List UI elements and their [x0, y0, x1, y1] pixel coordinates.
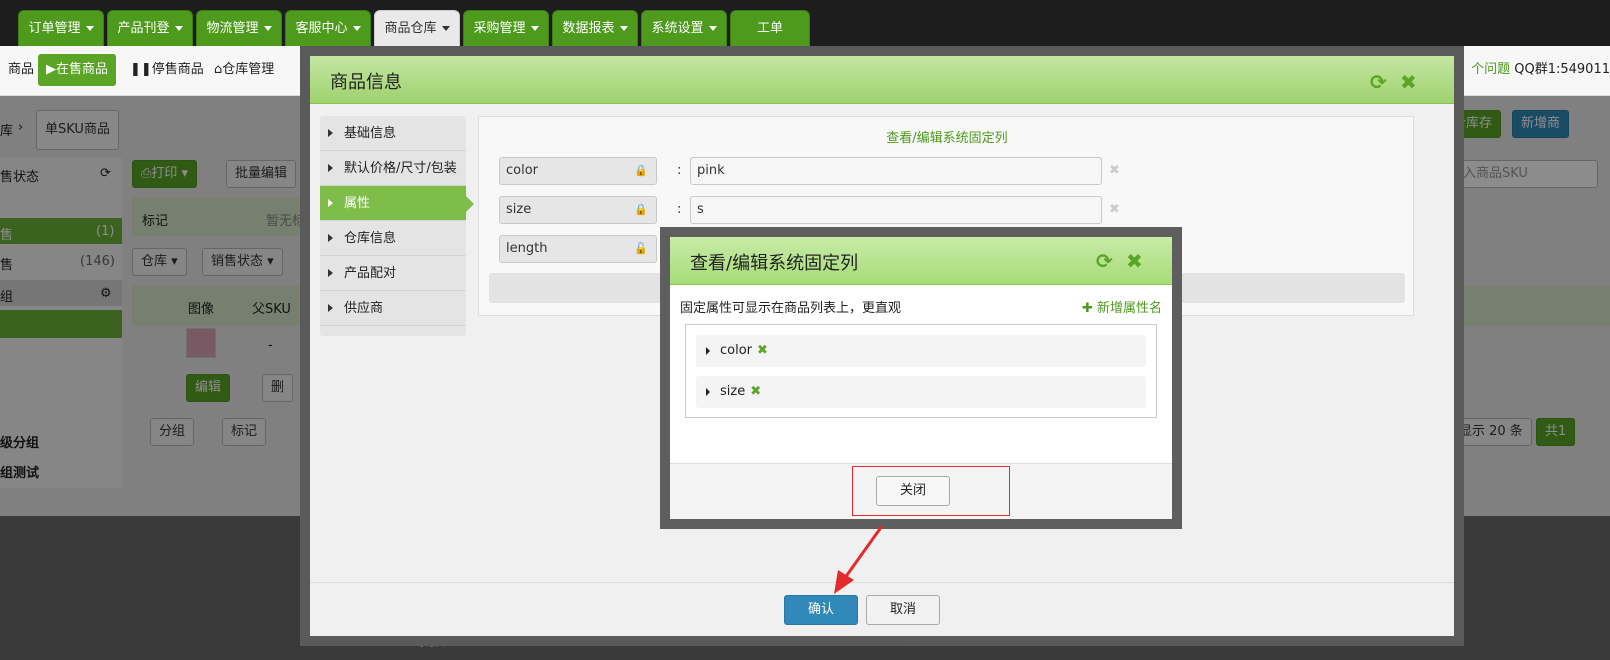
subnav-products[interactable]: 商品	[0, 54, 42, 86]
dialog-header: 查看/编辑系统固定列 ⟳ ✖	[670, 237, 1172, 285]
attr-value-size[interactable]: s	[690, 196, 1102, 224]
attr-name-size: size 🔒	[499, 196, 657, 224]
unlock-icon[interactable]: 🔓	[634, 236, 648, 262]
highlight-box	[852, 466, 1010, 516]
remove-icon[interactable]: ✖	[757, 343, 768, 358]
menu-item-product-pairing[interactable]: 产品配对	[320, 256, 466, 291]
play-icon: ▶	[46, 62, 56, 77]
issues-link[interactable]: 个问题	[1471, 62, 1510, 77]
tab-reports[interactable]: 数据报表	[552, 10, 638, 46]
tab-work-order[interactable]: 工单	[730, 10, 810, 46]
remove-icon[interactable]: ✖	[1109, 202, 1120, 217]
chevron-down-icon	[530, 26, 539, 31]
chevron-down-icon	[85, 26, 94, 31]
tab-order-management[interactable]: 订单管理	[18, 10, 104, 46]
caret-right-icon	[706, 388, 710, 396]
chevron-down-icon	[619, 26, 628, 31]
lock-icon: 🔒	[634, 203, 648, 216]
modal-title: 商品信息	[330, 72, 402, 93]
caret-right-icon	[328, 199, 333, 207]
close-icon[interactable]: ✖	[1400, 70, 1417, 94]
remove-icon[interactable]: ✖	[750, 384, 761, 399]
help-info: 个问题 QQ群1:549011	[1471, 54, 1610, 86]
annotation-arrow	[834, 525, 884, 594]
chevron-down-icon	[174, 26, 183, 31]
panel-title-link[interactable]: 查看/编辑系统固定列	[479, 127, 1415, 146]
menu-item-basic-info[interactable]: 基础信息	[320, 116, 466, 151]
caret-right-icon	[328, 269, 333, 277]
modal-header: 商品信息 ⟳ ✖	[310, 56, 1454, 104]
subnav-off-sale[interactable]: ❚❚停售商品	[122, 54, 212, 86]
subnav-warehouse[interactable]: ⌂仓库管理	[206, 54, 282, 86]
attr-name-length: length 🔓	[499, 235, 657, 263]
tab-system-settings[interactable]: 系统设置	[641, 10, 727, 46]
tab-product-listing[interactable]: 产品刊登	[107, 10, 193, 46]
dialog-note: 固定属性可显示在商品列表上，更直观	[680, 301, 902, 316]
attr-value-color[interactable]: pink	[690, 157, 1102, 185]
caret-right-icon	[328, 129, 333, 137]
menu-item-supplier[interactable]: 供应商	[320, 291, 466, 326]
plus-icon: ✚	[1081, 301, 1093, 316]
refresh-icon[interactable]: ⟳	[1096, 249, 1113, 273]
caret-right-icon	[328, 304, 333, 312]
pause-icon: ❚❚	[130, 62, 152, 77]
menu-item-attributes[interactable]: 属性	[320, 186, 474, 221]
top-nav: 订单管理 产品刊登 物流管理 客服中心 商品仓库 采购管理 数据报表 系统设置 …	[0, 0, 1610, 46]
chevron-down-icon	[263, 26, 272, 31]
lock-icon: 🔒	[634, 164, 648, 177]
tab-product-warehouse[interactable]: 商品仓库	[374, 10, 460, 46]
chevron-down-icon	[441, 26, 450, 31]
close-icon[interactable]: ✖	[1126, 249, 1143, 273]
modal-side-menu: 基础信息 默认价格/尺寸/包装 属性 仓库信息 产品配对 供应商	[320, 116, 474, 336]
tab-purchase[interactable]: 采购管理	[463, 10, 549, 46]
tab-customer-service[interactable]: 客服中心	[285, 10, 371, 46]
refresh-icon[interactable]: ⟳	[1370, 70, 1387, 94]
list-item[interactable]: size ✖	[696, 376, 1146, 408]
tab-logistics[interactable]: 物流管理	[196, 10, 282, 46]
chevron-down-icon	[352, 26, 361, 31]
caret-right-icon	[706, 347, 710, 355]
attr-name-color: color 🔒	[499, 157, 657, 185]
add-attribute-name-link[interactable]: ✚ 新增属性名	[1082, 297, 1162, 316]
menu-item-default-price[interactable]: 默认价格/尺寸/包装	[320, 151, 466, 186]
dialog-title: 查看/编辑系统固定列	[690, 253, 859, 274]
fixed-column-list: color ✖ size ✖	[685, 324, 1157, 418]
list-item[interactable]: color ✖	[696, 335, 1146, 367]
menu-item-warehouse-info[interactable]: 仓库信息	[320, 221, 466, 256]
remove-icon[interactable]: ✖	[1109, 163, 1120, 178]
chevron-down-icon	[708, 26, 717, 31]
caret-right-icon	[328, 234, 333, 242]
subnav-on-sale[interactable]: ▶在售商品	[38, 54, 117, 86]
caret-right-icon	[328, 164, 333, 172]
qq-group: QQ群1:549011	[1514, 62, 1610, 77]
